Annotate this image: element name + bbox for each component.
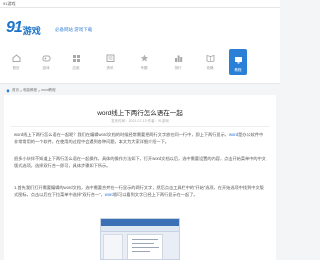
book-icon: [205, 53, 215, 62]
nav-item-guides[interactable]: 攻略: [200, 47, 220, 77]
article-link[interactable]: word: [229, 132, 238, 137]
logo-subtext: 91wan.com: [12, 25, 28, 29]
doc-line: [132, 251, 150, 252]
screenshot-side-panel: [103, 234, 123, 259]
paragraph-text: word线上下两行怎么语在一起呢？我们在编辑word文档的时候经常需要把两行文字…: [14, 132, 229, 137]
nav-item-topics[interactable]: 专题: [134, 47, 154, 77]
article-screenshot: [100, 218, 180, 260]
star-icon: [139, 53, 149, 62]
breadcrumb-category[interactable]: 电脑教程: [23, 88, 37, 93]
nav-label: 教程: [234, 68, 242, 72]
breadcrumb-separator: >: [38, 88, 41, 93]
nav-label: 专题: [140, 66, 148, 70]
nav-label: 游戏: [42, 66, 50, 70]
article-title: word线上下两行怎么语在一起: [97, 110, 183, 117]
nav-label: 攻略: [206, 66, 214, 70]
gamepad-icon: [41, 53, 51, 62]
article-paragraph: 很多小伙伴不知道上下两行怎么语在一起操作，具体的操作方法如下，打开word文档以…: [14, 156, 266, 168]
nav-label: 首页: [12, 66, 20, 70]
page: 91游戏 91 游戏 91wan.com 必备网站 游戏下载 首页 游戏 应用: [0, 0, 280, 260]
doc-line: [132, 239, 158, 240]
screenshot-ribbon: [101, 219, 179, 226]
screenshot-toolbar: [101, 226, 179, 232]
article-link[interactable]: word: [105, 192, 114, 197]
screenshot-document: [127, 234, 163, 259]
main-nav: 首页 游戏 应用 资讯 专题 排行 攻略 教程: [0, 44, 280, 84]
breadcrumb: 首页 > 电脑教程 > word教程: [6, 88, 56, 93]
divider: [10, 126, 270, 127]
breadcrumb-bar: 首页 > 电脑教程 > word教程: [0, 85, 280, 95]
nav-label: 应用: [72, 66, 80, 70]
article-paragraph: 1.首先我们打开需要编辑的word文档，选中需要合并在一行显示的两行文字，然后点…: [14, 184, 266, 198]
nav-item-apps[interactable]: 应用: [66, 47, 86, 77]
nav-item-tutorials[interactable]: 教程: [229, 49, 247, 75]
nav-item-games[interactable]: 游戏: [36, 47, 56, 77]
nav-label: 排行: [174, 66, 182, 70]
nav-item-news[interactable]: 资讯: [100, 47, 120, 77]
paragraph-text: 即可以看到文字已经上下两行显示在一起了。: [113, 192, 198, 197]
tab-title[interactable]: 91游戏: [3, 1, 15, 7]
nav-item-home[interactable]: 首页: [6, 47, 26, 77]
breadcrumb-subcategory[interactable]: word教程: [41, 88, 56, 93]
article-paragraph: word线上下两行怎么语在一起呢？我们在编辑word文档的时候经常需要把两行文字…: [14, 131, 266, 145]
article-meta: 发布时间：2021-07-13 作者：91游戏: [111, 119, 169, 123]
breadcrumb-home[interactable]: 首页: [12, 88, 19, 93]
site-slogan: 必备网站 游戏下载: [55, 27, 93, 32]
breadcrumb-separator: >: [20, 88, 23, 93]
grid-icon: [71, 53, 81, 62]
news-icon: [105, 53, 115, 62]
nav-item-rank[interactable]: 排行: [168, 47, 188, 77]
article: word线上下两行怎么语在一起 发布时间：2021-07-13 作者：91游戏 …: [4, 95, 276, 260]
doc-line: [132, 243, 154, 244]
rank-icon: [173, 53, 183, 62]
site-header: 91 游戏 91wan.com 必备网站 游戏下载: [0, 8, 280, 44]
home-icon: [11, 53, 21, 62]
doc-line: [132, 247, 159, 248]
browser-tab-bar: 91游戏: [0, 0, 280, 8]
location-icon: [6, 88, 10, 93]
monitor-icon: [233, 55, 243, 64]
nav-label: 资讯: [106, 66, 114, 70]
